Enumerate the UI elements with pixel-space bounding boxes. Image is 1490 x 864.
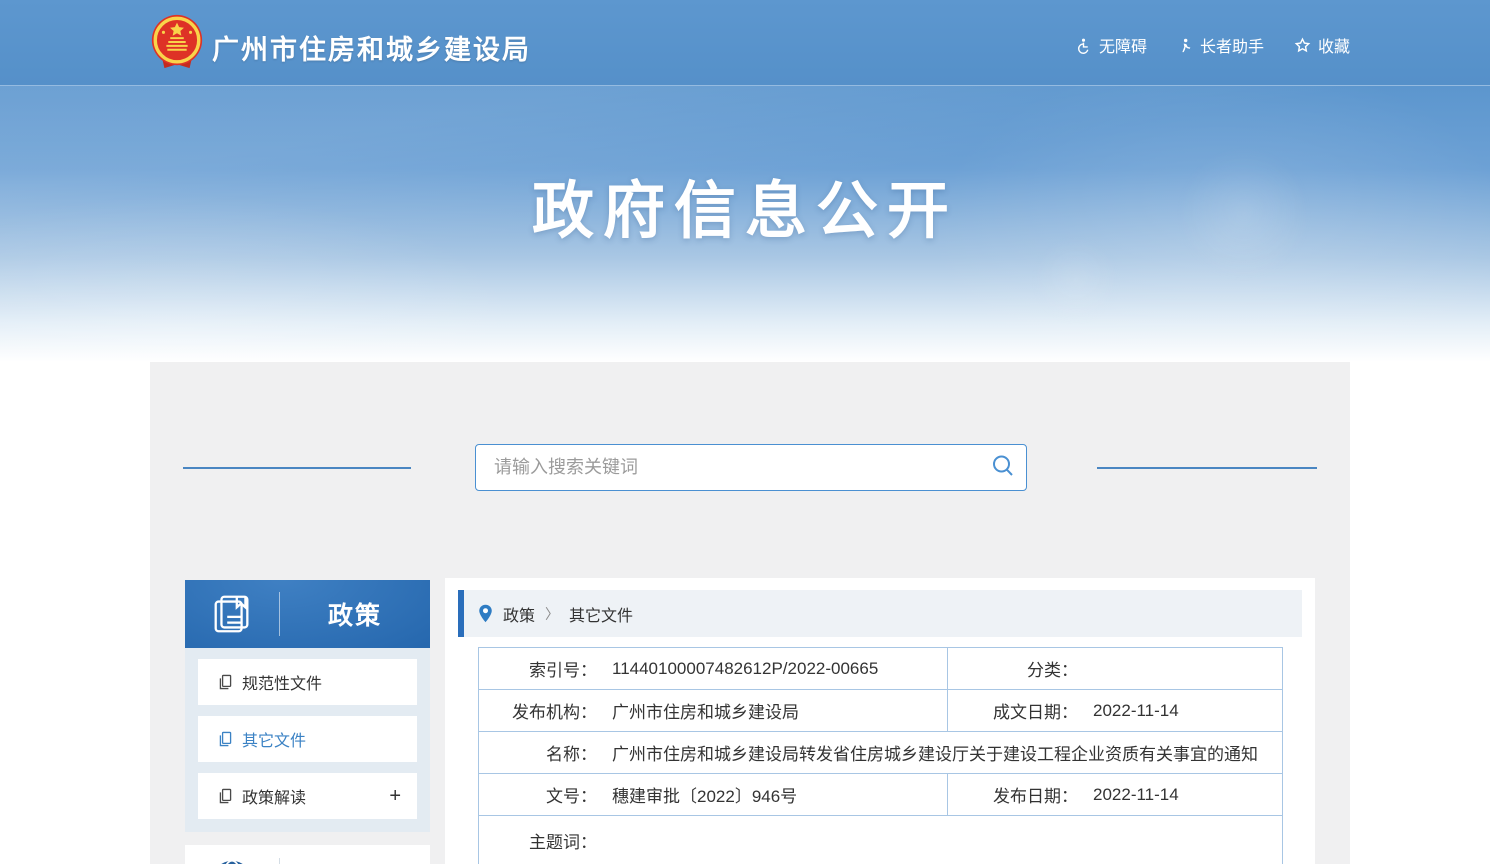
sidebar-section-title: 政策 — [280, 596, 430, 632]
search-input[interactable] — [476, 445, 980, 490]
sidebar-menu: 规范性文件 其它文件 — [185, 648, 430, 832]
breadcrumb-separator: 〉 — [545, 604, 559, 624]
favorite-link[interactable]: 收藏 — [1294, 33, 1350, 57]
elder-icon — [1177, 37, 1193, 54]
cell-document-number: 文号： 穗建审批〔2022〕946号 — [479, 774, 948, 816]
document-detail-table: 索引号： 11440100007482612P/2022-00665 分类： — [478, 647, 1283, 864]
globe-icon — [185, 858, 279, 864]
table-row: 主题词： — [479, 816, 1283, 864]
table-row: 索引号： 11440100007482612P/2022-00665 分类： — [479, 648, 1283, 690]
table-row: 名称： 广州市住房和城乡建设局转发省住房城乡建设厅关于建设工程企业资质有关事宜的… — [479, 732, 1283, 774]
document-icon — [218, 788, 233, 804]
breadcrumb: 政策 〉 其它文件 — [458, 590, 1302, 637]
cell-index-number: 索引号： 11440100007482612P/2022-00665 — [479, 648, 948, 690]
site-header: 广州市住房和城乡建设局 无障碍 — [0, 0, 1490, 86]
site-title: 广州市住房和城乡建设局 — [212, 28, 531, 67]
search-button[interactable] — [980, 445, 1026, 490]
cell-written-date: 成文日期： 2022-11-14 — [948, 690, 1283, 732]
breadcrumb-item-policy[interactable]: 政策 — [503, 602, 535, 626]
table-row: 文号： 穗建审批〔2022〕946号 发布日期： 2022-11-14 — [479, 774, 1283, 816]
sidebar-item-other-documents[interactable]: 其它文件 — [198, 716, 417, 762]
cell-keywords: 主题词： — [479, 816, 1283, 864]
search-icon — [990, 453, 1016, 482]
sidebar-head-divider — [279, 858, 280, 864]
document-icon — [218, 731, 233, 747]
sidebar-section-government-info[interactable]: 政府信息公开 — [185, 845, 430, 864]
expand-plus-icon[interactable]: + — [389, 786, 401, 806]
sidebar: 政策 规范性文件 — [185, 580, 430, 864]
accessibility-label: 无障碍 — [1099, 33, 1147, 57]
cell-publish-date: 发布日期： 2022-11-14 — [948, 774, 1283, 816]
page-title: 政府信息公开 — [0, 160, 1490, 250]
book-icon — [185, 591, 279, 637]
location-pin-icon — [478, 604, 493, 623]
breadcrumb-item-other-documents[interactable]: 其它文件 — [569, 602, 633, 626]
sidebar-item-policy-interpretation[interactable]: 政策解读 + — [198, 773, 417, 819]
page: 广州市住房和城乡建设局 无障碍 — [0, 0, 1490, 864]
decorative-line-right — [1097, 467, 1317, 469]
decorative-line-left — [183, 467, 411, 469]
elder-assist-link[interactable]: 长者助手 — [1177, 33, 1264, 57]
cell-publisher: 发布机构： 广州市住房和城乡建设局 — [479, 690, 948, 732]
sidebar-section-policy[interactable]: 政策 — [185, 580, 430, 648]
header-utility-links: 无障碍 长者助手 收藏 — [1075, 33, 1350, 57]
star-icon — [1294, 37, 1311, 54]
sidebar-item-label: 其它文件 — [242, 727, 306, 751]
cell-category: 分类： — [948, 648, 1283, 690]
table-row: 发布机构： 广州市住房和城乡建设局 成文日期： 2022-11-14 — [479, 690, 1283, 732]
sidebar-item-label: 规范性文件 — [242, 670, 322, 694]
accessibility-link[interactable]: 无障碍 — [1075, 33, 1147, 57]
favorite-label: 收藏 — [1318, 33, 1350, 57]
search-box — [475, 444, 1027, 491]
sidebar-item-normative-documents[interactable]: 规范性文件 — [198, 659, 417, 705]
document-icon — [218, 674, 233, 690]
elder-assist-label: 长者助手 — [1200, 33, 1264, 57]
main-panel: 政策 〉 其它文件 索引号： 11440100007482612P/2022-0… — [445, 578, 1315, 864]
content-container: 政策 规范性文件 — [150, 362, 1350, 864]
banner: 政府信息公开 — [0, 86, 1490, 362]
accessibility-icon — [1075, 37, 1092, 54]
cell-document-name: 名称： 广州市住房和城乡建设局转发省住房城乡建设厅关于建设工程企业资质有关事宜的… — [479, 732, 1283, 774]
sidebar-item-label: 政策解读 — [242, 784, 306, 808]
national-emblem-logo — [148, 13, 206, 71]
